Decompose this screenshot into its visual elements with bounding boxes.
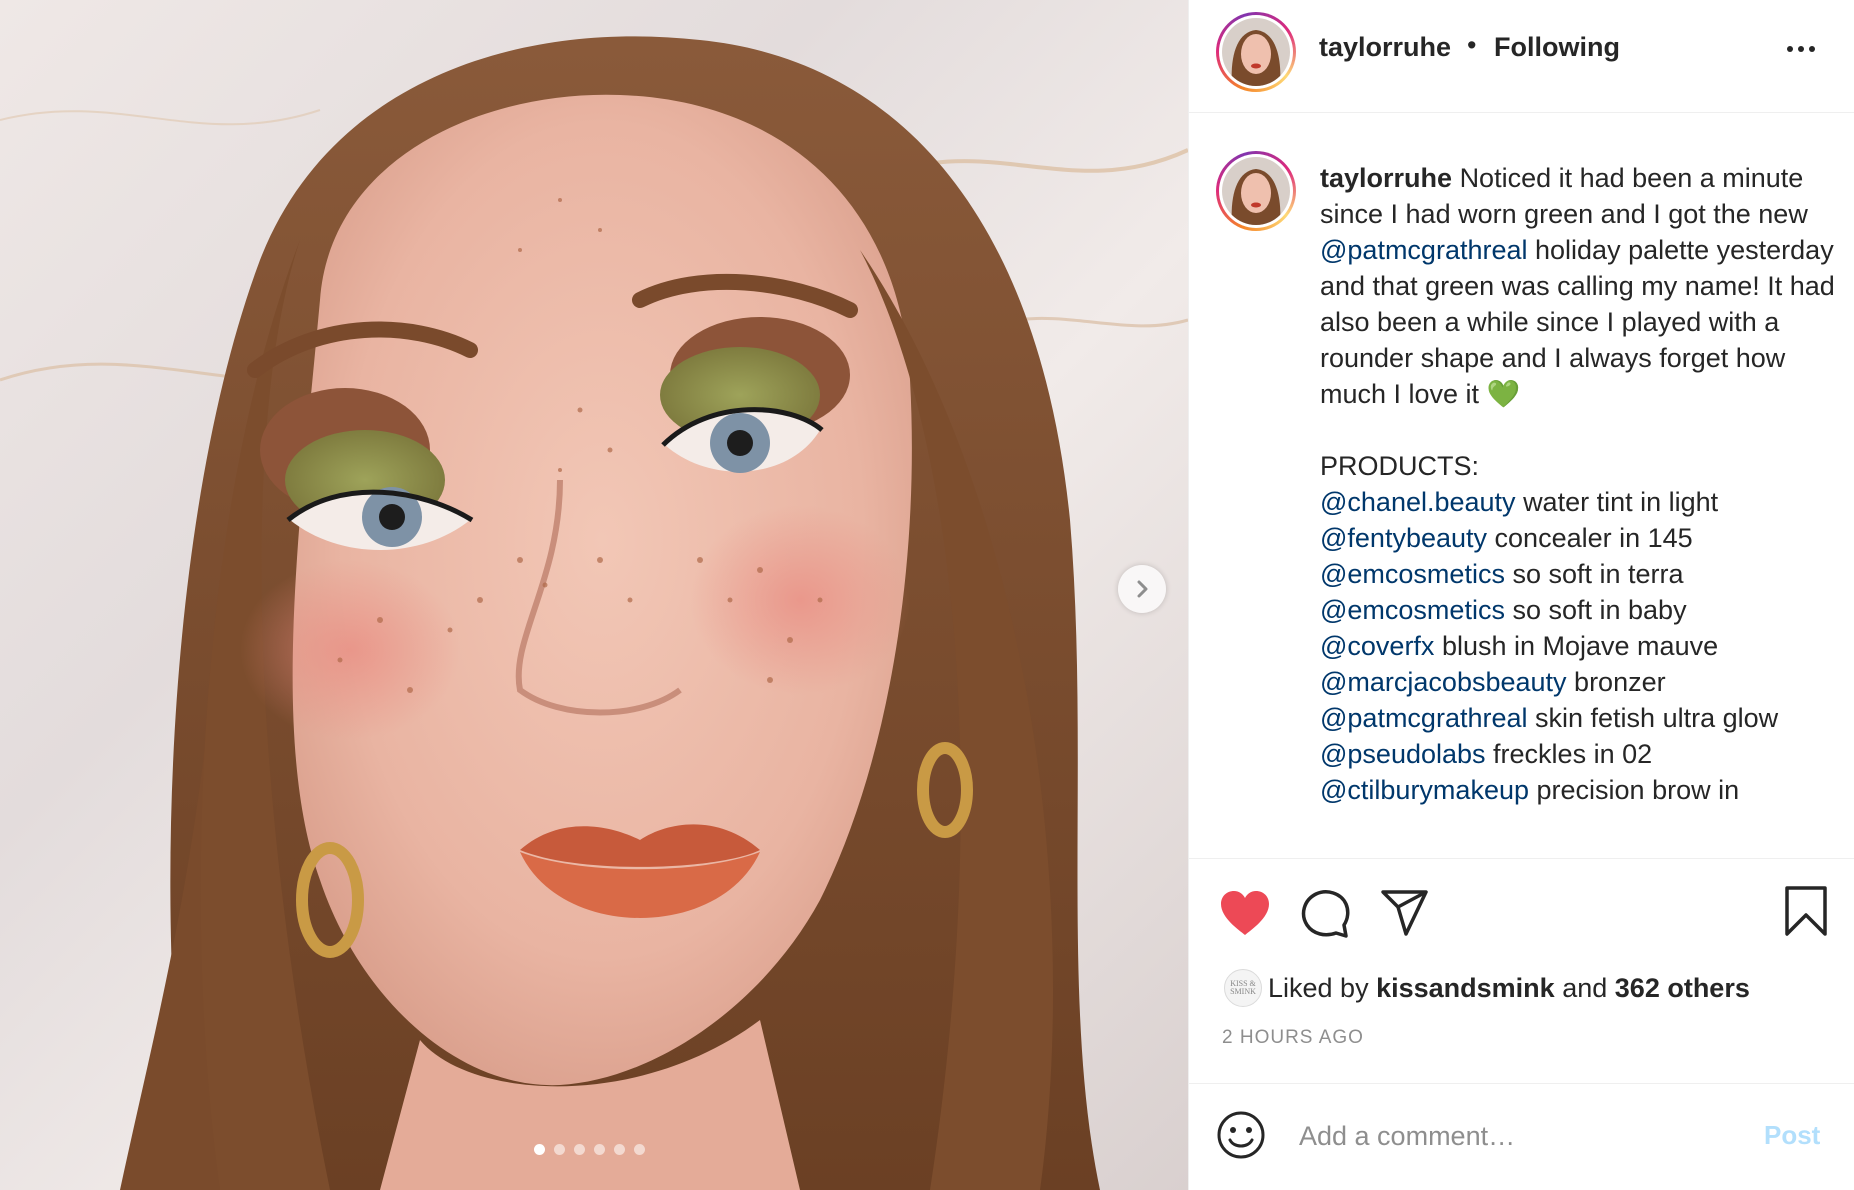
post-media[interactable]	[0, 0, 1188, 1190]
mention-link[interactable]: @ctilburymakeup	[1320, 775, 1529, 805]
product-text: freckles in 02	[1493, 739, 1653, 769]
products-heading: PRODUCTS:	[1320, 451, 1480, 481]
mention-link[interactable]: @marcjacobsbeauty	[1320, 667, 1567, 697]
mention-link[interactable]: @patmcgrathreal	[1320, 703, 1528, 733]
carousel-dot	[594, 1144, 605, 1155]
product-line: @emcosmetics so soft in baby	[1320, 592, 1835, 628]
liker-username[interactable]: kissandsmink	[1376, 973, 1555, 1004]
caption-scroll-area[interactable]: taylorruhe Noticed it had been a minute …	[1189, 113, 1854, 858]
carousel-indicator	[534, 1144, 645, 1155]
caption-text: taylorruhe Noticed it had been a minute …	[1320, 160, 1835, 808]
post-photo	[0, 36, 1188, 1190]
post-comment-button[interactable]: Post	[1764, 1120, 1820, 1151]
likes-middle: and	[1562, 972, 1608, 1003]
product-text: so soft in terra	[1512, 559, 1684, 589]
product-line: @patmcgrathreal skin fetish ultra glow	[1320, 700, 1835, 736]
product-line: @coverfx blush in Mojave mauve	[1320, 628, 1835, 664]
carousel-dot	[614, 1144, 625, 1155]
product-text: blush in Mojave mauve	[1441, 631, 1719, 661]
post-timestamp[interactable]: 2 HOURS AGO	[1222, 1027, 1364, 1049]
mention-link[interactable]: @pseudolabs	[1320, 739, 1486, 769]
more-options-icon[interactable]	[1787, 46, 1815, 52]
mention-link[interactable]: @emcosmetics	[1320, 559, 1505, 589]
caption-avatar[interactable]	[1216, 151, 1296, 231]
post-side-panel: taylorruhe • Following taylorruhe Notice…	[1188, 0, 1854, 1190]
author-avatar[interactable]	[1216, 12, 1296, 92]
header-separator: •	[1467, 30, 1477, 60]
avatar-image	[1222, 157, 1290, 225]
heart-filled-icon[interactable]	[1219, 889, 1271, 937]
mention-link[interactable]: @fentybeauty	[1320, 523, 1487, 553]
mention-link[interactable]: @emcosmetics	[1320, 595, 1505, 625]
product-line: @fentybeauty concealer in 145	[1320, 520, 1835, 556]
comment-icon[interactable]	[1300, 889, 1350, 939]
carousel-dot	[634, 1144, 645, 1155]
product-text: skin fetish ultra glow	[1535, 703, 1779, 733]
avatar-image	[1222, 18, 1290, 86]
product-text: water tint in light	[1523, 487, 1719, 517]
bookmark-icon[interactable]	[1783, 885, 1829, 937]
comment-bar: Post	[1189, 1083, 1854, 1190]
mention-link[interactable]: @chanel.beauty	[1320, 487, 1516, 517]
post-actions: KISS & SMINK Liked by kissandsmink and 3…	[1189, 858, 1854, 1083]
carousel-next-button[interactable]	[1118, 565, 1166, 613]
mention-link[interactable]: @patmcgrathreal	[1320, 235, 1528, 265]
carousel-dot	[574, 1144, 585, 1155]
carousel-dot	[554, 1144, 565, 1155]
likes-prefix: Liked by	[1268, 972, 1369, 1003]
chevron-right-icon	[1137, 580, 1148, 598]
product-text: bronzer	[1574, 667, 1666, 697]
paper-plane-icon[interactable]	[1380, 889, 1430, 937]
caption-username[interactable]: taylorruhe	[1320, 163, 1452, 193]
product-line: @chanel.beauty water tint in light	[1320, 484, 1835, 520]
comment-input[interactable]	[1299, 1116, 1719, 1156]
smiley-icon[interactable]	[1216, 1110, 1266, 1160]
mention-link[interactable]: @coverfx	[1320, 631, 1434, 661]
likes-others-link[interactable]: 362 others	[1615, 973, 1750, 1004]
author-username[interactable]: taylorruhe	[1319, 32, 1451, 63]
product-line: @emcosmetics so soft in terra	[1320, 556, 1835, 592]
product-line: @marcjacobsbeauty bronzer	[1320, 664, 1835, 700]
carousel-dot	[534, 1144, 545, 1155]
product-text: concealer in 145	[1494, 523, 1693, 553]
product-text: so soft in baby	[1512, 595, 1687, 625]
product-text: precision brow in	[1536, 775, 1740, 805]
likes-summary: KISS & SMINK Liked by kissandsmink and 3…	[1224, 969, 1750, 1007]
liker-avatar[interactable]: KISS & SMINK	[1224, 969, 1262, 1007]
product-line: @pseudolabs freckles in 02	[1320, 736, 1835, 772]
post-header: taylorruhe • Following	[1189, 0, 1854, 113]
product-line: @ctilburymakeup precision brow in	[1320, 772, 1835, 808]
following-button[interactable]: Following	[1494, 32, 1620, 63]
